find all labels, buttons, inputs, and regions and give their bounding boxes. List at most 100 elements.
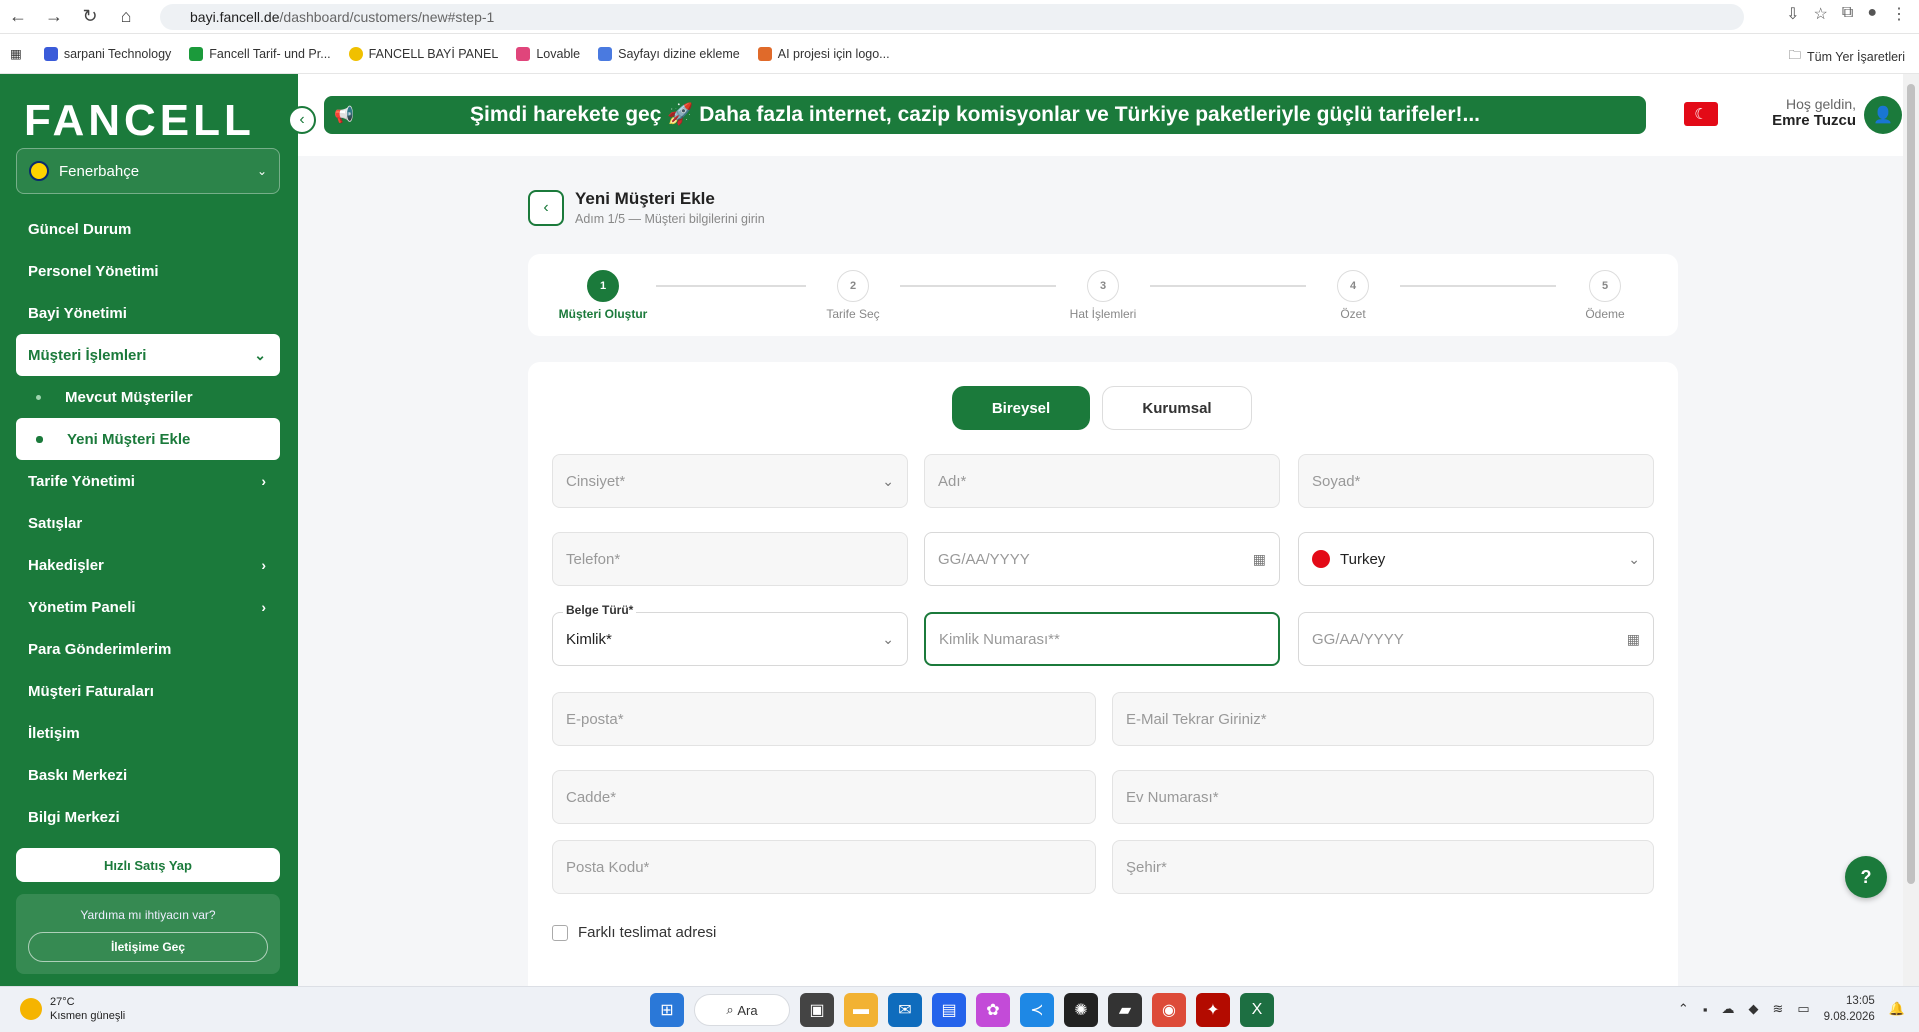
tab-corporate[interactable]: Kurumsal — [1102, 386, 1252, 430]
step-1[interactable]: 1 Müşteri Oluştur — [543, 270, 663, 321]
bookmark-item[interactable]: AI projesi için logo... — [757, 46, 890, 61]
windows-start-icon[interactable]: ⊞ — [650, 993, 684, 1027]
bookmark-item[interactable]: FANCELL BAYİ PANEL — [348, 46, 498, 61]
calendar-icon[interactable]: ▦ — [1627, 631, 1640, 648]
notification-icon[interactable]: 🔔 — [1889, 1001, 1905, 1017]
nvidia-icon[interactable]: ▪ — [1703, 1002, 1708, 1017]
file-explorer-icon[interactable]: ▬ — [844, 993, 878, 1027]
help-question-icon[interactable]: ? — [1845, 856, 1887, 898]
step-label: Hat İşlemleri — [1069, 307, 1137, 321]
taskbar-search[interactable]: ⌕ Ara — [694, 994, 790, 1026]
sidebar-item-bayi[interactable]: Bayi Yönetimi — [16, 292, 280, 334]
onedrive-icon[interactable]: ☁ — [1721, 1001, 1734, 1017]
step-4[interactable]: 4 Özet — [1293, 270, 1413, 321]
store-icon[interactable]: ▤ — [932, 993, 966, 1027]
vscode-icon[interactable]: ≺ — [1020, 993, 1054, 1027]
house-number-input[interactable]: Ev Numarası* — [1112, 770, 1654, 824]
sidebar-item-para[interactable]: Para Gönderimlerim — [16, 628, 280, 670]
task-view-icon[interactable]: ▣ — [800, 993, 834, 1027]
different-delivery-option[interactable]: Farklı teslimat adresi — [552, 924, 716, 941]
quick-sale-button[interactable]: Hızlı Satış Yap — [16, 848, 280, 882]
star-icon[interactable]: ☆ — [1814, 4, 1828, 24]
teams-icon[interactable]: ◆ — [1748, 1001, 1758, 1017]
chrome-icon[interactable]: ◉ — [1152, 993, 1186, 1027]
chevron-down-icon: ⌄ — [1628, 550, 1640, 567]
reload-icon[interactable]: ↻ — [72, 0, 108, 34]
outlook-icon[interactable]: ✉ — [888, 993, 922, 1027]
id-number-input[interactable]: Kimlik Numarası** — [924, 612, 1280, 666]
install-icon[interactable]: ⇩ — [1786, 4, 1799, 24]
apps-icon[interactable]: ▦ — [10, 46, 22, 61]
different-delivery-checkbox[interactable] — [552, 924, 568, 941]
profile-icon[interactable]: ● — [1867, 4, 1877, 24]
last-name-input[interactable]: Soyad* — [1298, 454, 1654, 508]
postal-code-input[interactable]: Posta Kodu* — [552, 840, 1096, 894]
country-select[interactable]: Turkey ⌄ — [1298, 532, 1654, 586]
weather-widget[interactable]: 27°C Kısmen güneşli — [20, 995, 125, 1023]
fancell-logo: FANCELL — [24, 96, 255, 145]
sidebar-item-baski[interactable]: Baskı Merkezi — [16, 754, 280, 796]
scroll-thumb[interactable] — [1907, 84, 1915, 884]
bookmark-item[interactable]: Fancell Tarif- und Pr... — [189, 46, 331, 61]
home-icon[interactable]: ⌂ — [108, 0, 144, 34]
chatgpt-icon[interactable]: ✺ — [1064, 993, 1098, 1027]
email-input[interactable]: E-posta* — [552, 692, 1096, 746]
team-select[interactable]: Fenerbahçe ⌄ — [16, 148, 280, 194]
sidebar-item-personel[interactable]: Personel Yönetimi — [16, 250, 280, 292]
battery-icon[interactable]: ▭ — [1797, 1001, 1809, 1017]
extensions-icon[interactable]: ⧉ — [1842, 4, 1853, 24]
sun-icon — [20, 998, 42, 1020]
sidebar-item-iletisim[interactable]: İletişim — [16, 712, 280, 754]
sidebar-item-satislar[interactable]: Satışlar — [16, 502, 280, 544]
sidebar-item-faturalar[interactable]: Müşteri Faturaları — [16, 670, 280, 712]
turkey-flag-icon[interactable]: ☾ — [1684, 102, 1718, 126]
sidebar-item-hakedisler[interactable]: Hakedişler › — [16, 544, 280, 586]
birth-date-placeholder: GG/AA/YYYY — [938, 550, 1030, 568]
step-2[interactable]: 2 Tarife Seç — [793, 270, 913, 321]
chevron-up-icon[interactable]: ⌃ — [1678, 1001, 1689, 1017]
bookmark-item[interactable]: Sayfayı dizine ekleme — [598, 46, 740, 61]
sidebar-item-yonetim[interactable]: Yönetim Paneli › — [16, 586, 280, 628]
step-connector — [900, 285, 1056, 287]
step-3[interactable]: 3 Hat İşlemleri — [1043, 270, 1163, 321]
address-bar[interactable]: bayi.fancell.de/dashboard/customers/new#… — [160, 4, 1744, 30]
tab-individual[interactable]: Bireysel — [952, 386, 1090, 430]
sidebar-item-musteri-islemleri[interactable]: Müşteri İşlemleri ⌄ — [16, 334, 280, 376]
folder-icon: 🗀 — [1788, 48, 1802, 62]
sidebar-collapse-button[interactable]: ‹ — [288, 106, 316, 134]
sidebar-subitem-yeni-musteri[interactable]: Yeni Müşteri Ekle — [16, 418, 280, 460]
excel-icon[interactable]: X — [1240, 993, 1274, 1027]
acrobat-icon[interactable]: ✦ — [1196, 993, 1230, 1027]
back-button[interactable]: ‹ — [528, 190, 564, 226]
document-type-select[interactable]: Belge Türü* Kimlik* ⌄ — [552, 603, 908, 666]
sidebar-subitem-mevcut-musteriler[interactable]: Mevcut Müşteriler — [16, 376, 280, 418]
contact-button[interactable]: İletişime Geç — [28, 932, 268, 962]
clock[interactable]: 13:05 9.08.2026 — [1824, 993, 1875, 1025]
forward-arrow-icon[interactable]: → — [36, 0, 72, 34]
gender-select[interactable]: Cinsiyet* ⌄ — [552, 454, 908, 508]
wifi-icon[interactable]: ≋ — [1772, 1001, 1783, 1017]
bookmark-item[interactable]: sarpani Technology — [43, 46, 171, 61]
step-5[interactable]: 5 Ödeme — [1545, 270, 1665, 321]
city-input[interactable]: Şehir* — [1112, 840, 1654, 894]
sidebar-item-tarife[interactable]: Tarife Yönetimi › — [16, 460, 280, 502]
copilot-icon[interactable]: ✿ — [976, 993, 1010, 1027]
promo-banner[interactable]: 📢 Şimdi harekete geç 🚀 Daha fazla intern… — [324, 96, 1646, 134]
page-scrollbar[interactable] — [1903, 74, 1919, 986]
notes-icon[interactable]: ▰ — [1108, 993, 1142, 1027]
calendar-icon[interactable]: ▦ — [1253, 551, 1266, 568]
sidebar-item-label: Baskı Merkezi — [28, 766, 128, 784]
first-name-input[interactable]: Adı* — [924, 454, 1280, 508]
user-avatar-icon[interactable]: 👤 — [1864, 96, 1902, 134]
birth-date-input[interactable]: GG/AA/YYYY ▦ — [924, 532, 1280, 586]
document-date-input[interactable]: GG/AA/YYYY ▦ — [1298, 612, 1654, 666]
back-arrow-icon[interactable]: ← — [0, 0, 36, 34]
street-input[interactable]: Cadde* — [552, 770, 1096, 824]
sidebar-item-guncel-durum[interactable]: Güncel Durum — [16, 208, 280, 250]
menu-dots-icon[interactable]: ⋮ — [1891, 4, 1907, 24]
phone-input[interactable]: Telefon* — [552, 532, 908, 586]
all-bookmarks[interactable]: 🗀 Tüm Yer İşaretleri — [1789, 46, 1905, 67]
bookmark-item[interactable]: Lovable — [516, 46, 580, 61]
email-repeat-input[interactable]: E-Mail Tekrar Giriniz* — [1112, 692, 1654, 746]
sidebar-item-bilgi[interactable]: Bilgi Merkezi — [16, 796, 280, 838]
